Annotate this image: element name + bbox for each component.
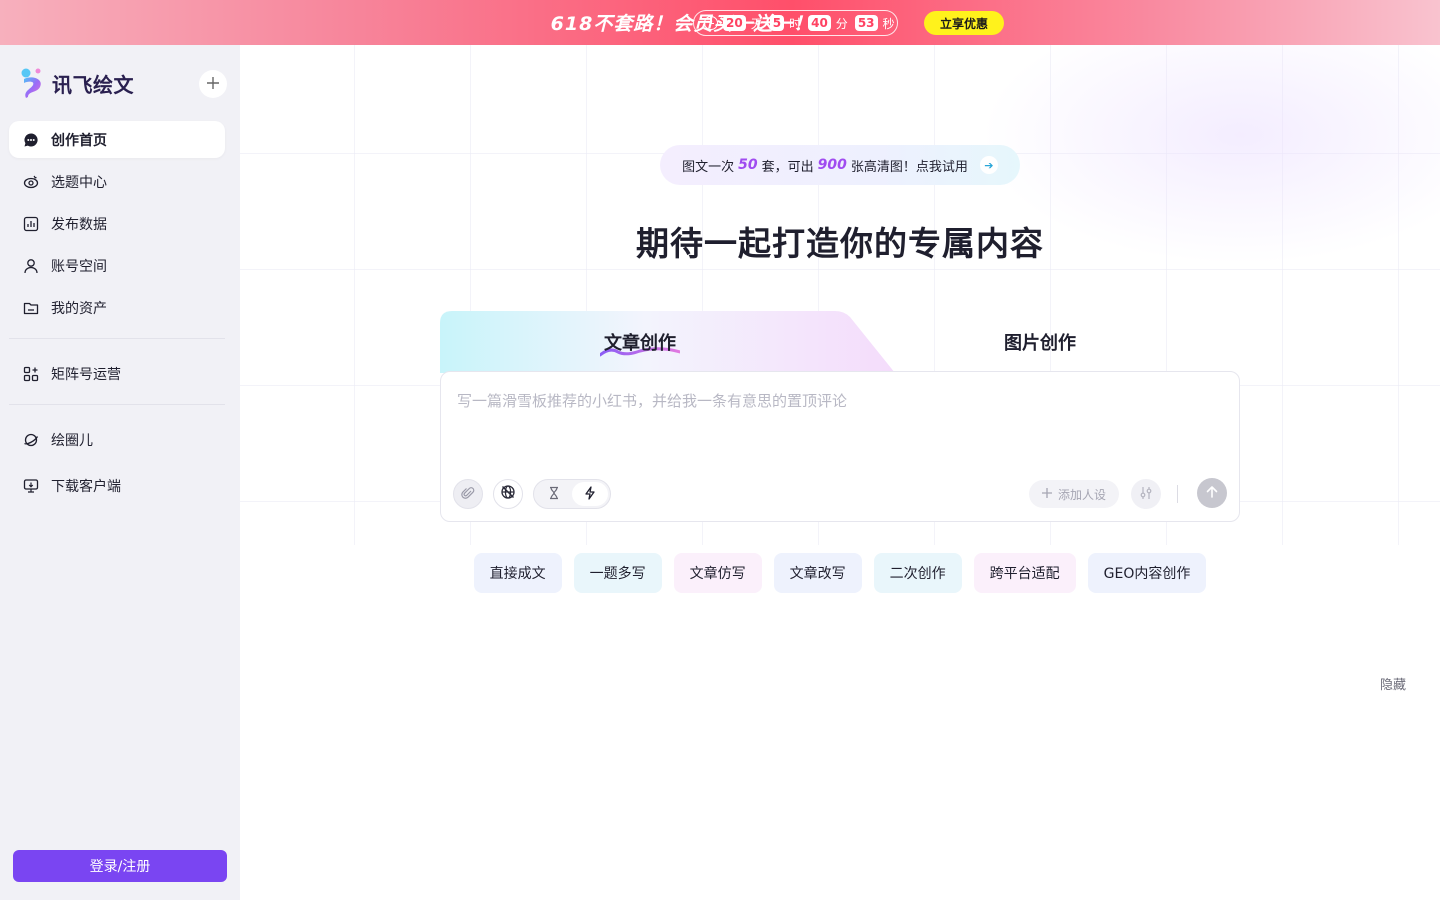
- hourglass-icon: [547, 485, 561, 504]
- attach-button[interactable]: [453, 479, 483, 509]
- add-persona-label: 添加人设: [1057, 487, 1106, 502]
- login-register-button[interactable]: 登录/注册: [13, 850, 227, 882]
- primary-nav: 创作首页 选题中心 发布数据 账号空间 我的资产 矩阵号运营 绘圈儿 下载客户端: [9, 121, 225, 509]
- eye-target-icon: [23, 174, 39, 190]
- monitor-download-icon: [23, 478, 39, 494]
- paperclip-icon: [461, 485, 475, 504]
- brand-logo-icon: [18, 67, 46, 99]
- nav-item-label: 账号空间: [51, 258, 107, 275]
- promo-cta-button[interactable]: 立享优惠: [924, 11, 1004, 35]
- quick-action-chips: 直接成文 一题多写 文章仿写 文章改写 二次创作 跨平台适配 GEO内容创作: [240, 553, 1440, 593]
- promo-banner: 618不套路！会员买一送一！ 20 天 5 时 40 分 53 秒 立享优惠: [0, 0, 1440, 45]
- countdown-hours-unit: 时: [789, 16, 802, 31]
- tab-image-creation[interactable]: 图片创作: [1004, 329, 1076, 355]
- brand-name: 讯飞绘文: [52, 72, 134, 97]
- countdown-minutes-unit: 分: [835, 16, 848, 31]
- clock-icon: [704, 16, 718, 30]
- chip-direct-article[interactable]: 直接成文: [473, 553, 562, 593]
- nav-divider: [9, 404, 225, 405]
- nav-item-label: 矩阵号运营: [51, 366, 121, 383]
- countdown-minutes: 40: [808, 15, 831, 31]
- chip-multi-version[interactable]: 一题多写: [573, 553, 662, 593]
- chip-cross-platform[interactable]: 跨平台适配: [973, 553, 1076, 593]
- folder-icon: [23, 300, 39, 316]
- toolbar-divider: [1177, 485, 1178, 503]
- countdown-seconds: 53: [854, 15, 878, 31]
- nav-item-matrix[interactable]: 矩阵号运营: [9, 355, 225, 392]
- chip-article-imitate[interactable]: 文章仿写: [673, 553, 762, 593]
- planet-icon: [23, 432, 39, 448]
- deep-mode-button[interactable]: [536, 482, 572, 506]
- mode-toggle-group: [533, 479, 611, 509]
- chip-secondary-creation[interactable]: 二次创作: [873, 553, 962, 593]
- fast-mode-button[interactable]: [572, 482, 608, 506]
- promo-pill-prefix: 图文一次: [682, 159, 735, 175]
- nav-item-label: 选题中心: [51, 174, 107, 191]
- main-content: 图文一次 50 套，可出 900 张高清图！点我试用 ➔ 期待一起打造你的专属内…: [240, 45, 1440, 900]
- arrow-right-icon: ➔: [979, 156, 998, 174]
- web-search-toggle[interactable]: [493, 479, 523, 509]
- plus-icon: [1041, 487, 1052, 501]
- new-chat-button[interactable]: [199, 70, 227, 98]
- countdown-days-unit: 天: [750, 16, 763, 31]
- promo-pill-number: 900: [817, 157, 847, 173]
- nav-item-topics[interactable]: 选题中心: [9, 163, 225, 200]
- creation-tabs: 文章创作 图片创作: [440, 311, 1240, 373]
- page-headline: 期待一起打造你的专属内容: [636, 224, 1044, 263]
- nav-item-label: 我的资产: [51, 300, 107, 317]
- nav-item-label: 绘圈儿: [51, 432, 93, 449]
- promo-pill[interactable]: 图文一次 50 套，可出 900 张高清图！点我试用 ➔: [660, 145, 1020, 185]
- add-persona-button[interactable]: 添加人设: [1029, 480, 1119, 508]
- nav-item-label: 下载客户端: [51, 478, 121, 495]
- countdown-hours: 5: [769, 15, 785, 31]
- nav-item-download-client[interactable]: 下载客户端: [9, 467, 225, 504]
- nav-item-label: 发布数据: [51, 216, 107, 233]
- nav-item-publish-data[interactable]: 发布数据: [9, 205, 225, 242]
- hide-link[interactable]: 隐藏: [1380, 674, 1406, 693]
- settings-button[interactable]: [1131, 479, 1161, 509]
- grid-apps-icon: [23, 366, 39, 382]
- promo-pill-number: 50: [738, 157, 758, 173]
- promo-pill-middle: 套，可出: [761, 159, 814, 175]
- bar-chart-icon: [23, 216, 39, 232]
- plus-icon: [206, 74, 220, 95]
- arrow-up-icon: [1205, 484, 1219, 503]
- chip-geo-content[interactable]: GEO内容创作: [1087, 553, 1207, 593]
- prompt-input[interactable]: [457, 390, 1217, 450]
- sliders-icon: [1139, 485, 1153, 504]
- countdown-timer: 20 天 5 时 40 分 53 秒: [693, 10, 898, 36]
- prompt-composer: 添加人设: [440, 371, 1240, 522]
- nav-item-label: 创作首页: [51, 132, 107, 149]
- nav-item-circle[interactable]: 绘圈儿: [9, 421, 225, 458]
- user-icon: [23, 258, 39, 274]
- lightning-icon: [583, 485, 597, 504]
- tab-article-creation[interactable]: 文章创作: [604, 329, 676, 355]
- nav-item-assets[interactable]: 我的资产: [9, 289, 225, 326]
- globe-off-icon: [500, 484, 516, 504]
- nav-item-account[interactable]: 账号空间: [9, 247, 225, 284]
- promo-pill-suffix: 张高清图！点我试用: [850, 159, 968, 175]
- brand-logo[interactable]: 讯飞绘文: [18, 67, 134, 99]
- countdown-days: 20: [723, 15, 746, 31]
- nav-item-home[interactable]: 创作首页: [9, 121, 225, 158]
- nav-divider: [9, 338, 225, 339]
- chat-bubble-icon: [23, 132, 39, 148]
- send-button[interactable]: [1197, 478, 1227, 508]
- sidebar: 讯飞绘文 创作首页 选题中心 发布数据 账号空间 我的资产 矩阵号运营 绘圈儿 …: [0, 45, 240, 900]
- countdown-seconds-unit: 秒: [882, 16, 895, 31]
- chip-article-rewrite[interactable]: 文章改写: [773, 553, 862, 593]
